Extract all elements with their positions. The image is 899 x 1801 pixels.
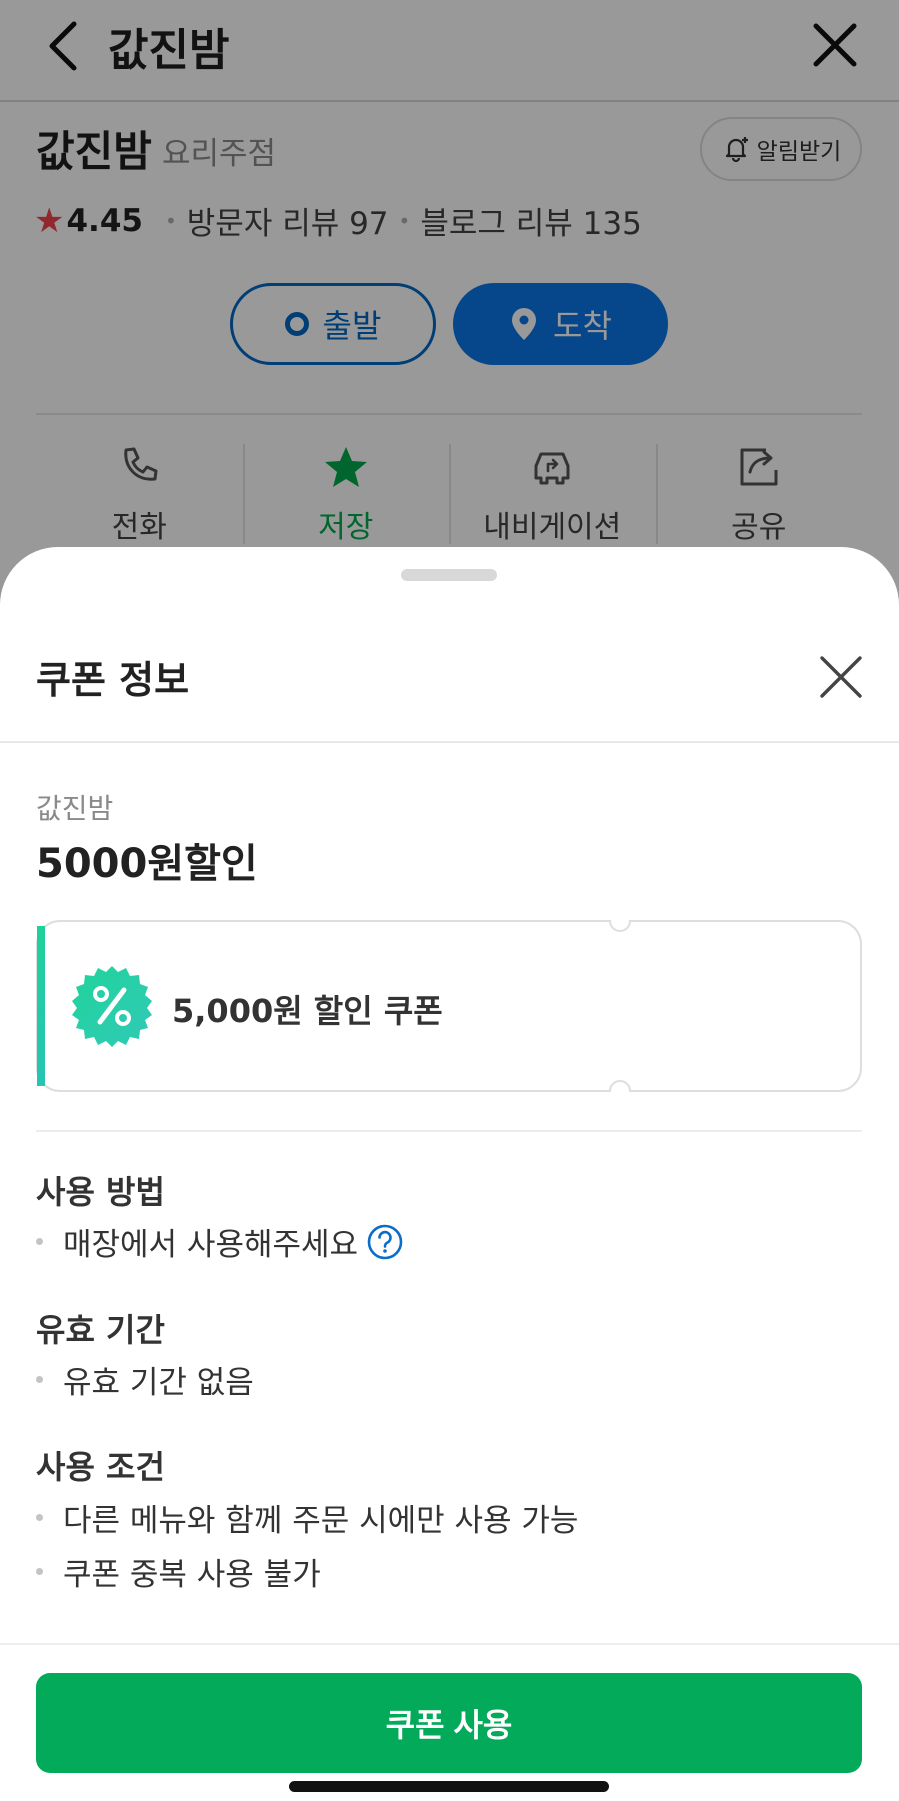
bullet-dot (36, 1376, 43, 1383)
validity-text: 유효 기간 없음 (63, 1365, 254, 1401)
divider (0, 1643, 899, 1645)
section-title-conditions: 사용 조건 (36, 1448, 165, 1486)
bullet-dot (36, 1238, 43, 1245)
divider (36, 1130, 862, 1132)
divider (0, 741, 899, 743)
bullet-dot (36, 1568, 43, 1575)
help-question-icon[interactable] (366, 1223, 404, 1261)
bullet-dot (36, 1514, 43, 1521)
section-title-validity: 유효 기간 (36, 1311, 165, 1349)
section-title-usage: 사용 방법 (36, 1173, 165, 1211)
coupon-ticket-frame (36, 920, 862, 1092)
coupon-bottom-sheet: 쿠폰 정보 값진밤 5000원할인 5,000원 할인 쿠폰 사용 방법 매장에… (0, 547, 899, 1801)
list-item: 쿠폰 중복 사용 불가 (36, 1549, 321, 1594)
sheet-title: 쿠폰 정보 (36, 658, 190, 702)
coupon-shop-name: 값진밤 (36, 792, 114, 825)
home-indicator (289, 1781, 609, 1792)
coupon-description: 5,000원 할인 쿠폰 (172, 992, 443, 1030)
condition-text: 다른 메뉴와 함께 주문 시에만 사용 가능 (63, 1503, 579, 1539)
condition-text: 쿠폰 중복 사용 불가 (63, 1557, 321, 1593)
list-item: 유효 기간 없음 (36, 1357, 254, 1402)
sheet-drag-handle[interactable] (401, 569, 497, 581)
list-item: 다른 메뉴와 함께 주문 시에만 사용 가능 (36, 1495, 578, 1540)
coupon-card: 5,000원 할인 쿠폰 (36, 920, 862, 1092)
usage-method-text: 매장에서 사용해주세요 (63, 1227, 359, 1263)
use-coupon-button[interactable]: 쿠폰 사용 (36, 1673, 862, 1773)
list-item: 매장에서 사용해주세요 (36, 1219, 404, 1264)
coupon-name: 5000원할인 (36, 841, 258, 887)
percent-icon (72, 966, 152, 1047)
close-icon[interactable] (818, 654, 864, 700)
